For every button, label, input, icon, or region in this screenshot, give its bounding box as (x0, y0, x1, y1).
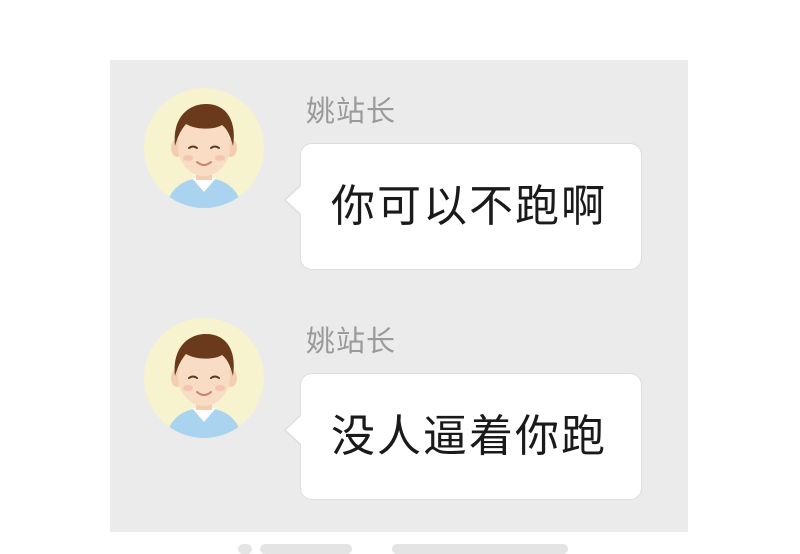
chat-message: 姚站长 你可以不跑啊 (110, 88, 688, 298)
chat-message: 姚站长 没人逼着你跑 (110, 318, 688, 528)
sender-name: 姚站长 (306, 324, 397, 358)
chat-panel: 姚站长 你可以不跑啊 姚站长 没人逼着你跑 (110, 60, 688, 532)
watermark-strip (230, 540, 590, 554)
message-text: 没人逼着你跑 (331, 410, 607, 462)
message-bubble[interactable]: 没人逼着你跑 (284, 373, 642, 500)
message-bubble[interactable]: 你可以不跑啊 (284, 143, 642, 270)
boy-avatar-icon[interactable] (144, 88, 264, 208)
boy-avatar-icon[interactable] (144, 318, 264, 438)
sender-name: 姚站长 (306, 94, 397, 128)
message-text: 你可以不跑啊 (331, 180, 607, 232)
